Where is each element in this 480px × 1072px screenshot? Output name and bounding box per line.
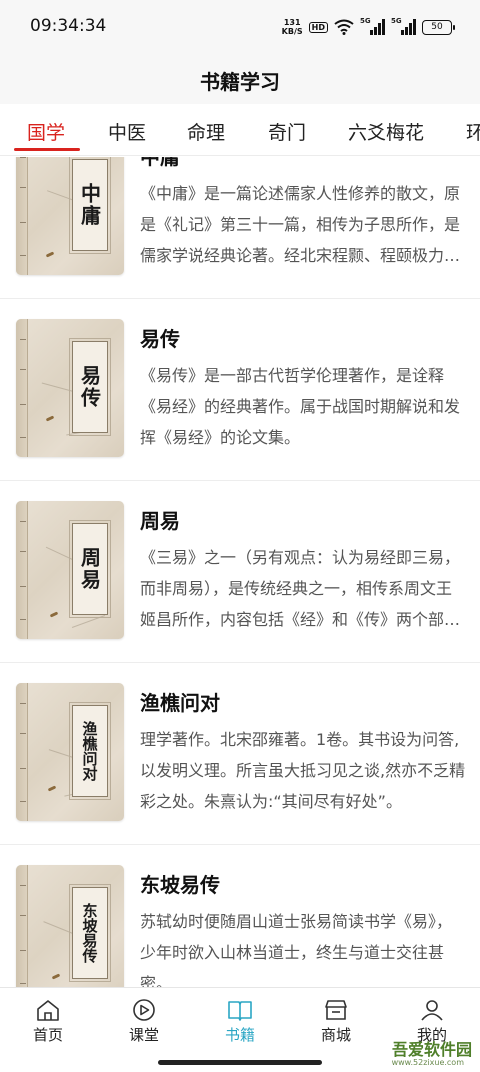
- book-description: 《中庸》是一篇论述儒家人性修养的散文，原是《礼记》第三十一篇，相传为子思所作，是…: [140, 184, 461, 265]
- tab-mingli[interactable]: 命理: [187, 118, 225, 145]
- cover-title-label: 易传: [69, 338, 111, 436]
- home-indicator[interactable]: [158, 1060, 322, 1065]
- book-description: 《三易》之一（另有观点：认为易经即三易，而非周易），是传统经典之一，相传系周文王…: [140, 548, 461, 629]
- book-cover: 东坡易传: [16, 865, 124, 987]
- cover-title-label: 周易: [69, 520, 111, 618]
- network-speed: 131 KB/S: [281, 18, 303, 36]
- book-title: 中庸: [140, 157, 180, 169]
- book-title: 周易: [140, 509, 180, 533]
- cover-title-label: 东坡易传: [69, 884, 111, 982]
- watermark-url: www.52zixue.com: [391, 1058, 464, 1067]
- cover-title-label: 中庸: [69, 157, 111, 254]
- watermark-text: 吾爱软件园: [391, 1040, 472, 1059]
- status-bar: 09:34:34 131 KB/S HD 5G 5G 50: [0, 0, 480, 56]
- nav-books[interactable]: 书籍: [200, 998, 280, 1045]
- list-item[interactable]: 渔樵问对 渔樵问对 理学著作。北宋邵雍著。1卷。其书设为问答,以发明义理。所言虽…: [0, 663, 480, 845]
- tab-zhongyi[interactable]: 中医: [108, 118, 146, 145]
- active-tab-indicator: [14, 148, 80, 151]
- book-description: 《易传》是一部古代哲学伦理著作，是诠释《易经》的经典著作。属于战国时期解说和发挥…: [140, 366, 461, 447]
- tab-guoxue[interactable]: 国学: [27, 118, 65, 145]
- store-icon: [325, 1000, 347, 1020]
- list-item[interactable]: 易传 易传 《易传》是一部古代哲学伦理著作，是诠释《易经》的经典著作。属于战国时…: [0, 299, 480, 481]
- signal-icon: 5G: [360, 17, 385, 35]
- wifi-icon: [334, 19, 354, 35]
- nav-classroom[interactable]: 课堂: [104, 998, 184, 1045]
- book-description: 苏轼幼时便随眉山道士张易简读书学《易》，少年时欲入山林当道士，终生与道士交往甚密…: [140, 912, 453, 987]
- nav-home[interactable]: 首页: [8, 998, 88, 1045]
- page-title: 书籍学习: [200, 69, 280, 94]
- list-item[interactable]: 周易 周易 《三易》之一（另有观点：认为易经即三易，而非周易），是传统经典之一，…: [0, 481, 480, 663]
- book-icon: [228, 1001, 252, 1021]
- play-circle-icon: [133, 999, 155, 1021]
- tab-liuyao-meihua[interactable]: 六爻梅花: [348, 118, 424, 145]
- book-cover: 渔樵问对: [16, 683, 124, 821]
- home-icon: [37, 1000, 59, 1021]
- app-header: 书籍学习: [0, 56, 480, 104]
- nav-store[interactable]: 商城: [296, 998, 376, 1045]
- list-item[interactable]: 东坡易传 东坡易传 苏轼幼时便随眉山道士张易简读书学《易》，少年时欲入山林当道士…: [0, 845, 480, 987]
- book-list: 中庸 中庸 《中庸》是一篇论述儒家人性修养的散文，原是《礼记》第三十一篇，相传为…: [0, 157, 480, 987]
- cover-title-label: 渔樵问对: [69, 702, 111, 800]
- user-icon: [421, 1000, 443, 1021]
- status-icons: 131 KB/S HD 5G 5G 50: [281, 15, 455, 39]
- book-title: 东坡易传: [140, 873, 220, 897]
- list-item[interactable]: 中庸 中庸 《中庸》是一篇论述儒家人性修养的散文，原是《礼记》第三十一篇，相传为…: [0, 157, 480, 299]
- book-title: 渔樵问对: [140, 691, 220, 715]
- book-cover: 易传: [16, 319, 124, 457]
- signal-icon-2: 5G: [391, 17, 416, 35]
- tab-qimen[interactable]: 奇门: [268, 118, 306, 145]
- book-description: 理学著作。北宋邵雍著。1卷。其书设为问答,以发明义理。所言虽大抵习见之谈,然亦不…: [140, 730, 466, 811]
- book-cover: 周易: [16, 501, 124, 639]
- battery-icon: 50: [422, 19, 455, 35]
- book-cover: 中庸: [16, 157, 124, 275]
- book-title: 易传: [140, 327, 180, 351]
- hd-icon: HD: [308, 21, 328, 33]
- status-time: 09:34:34: [30, 16, 107, 36]
- tab-more[interactable]: 环: [466, 118, 480, 145]
